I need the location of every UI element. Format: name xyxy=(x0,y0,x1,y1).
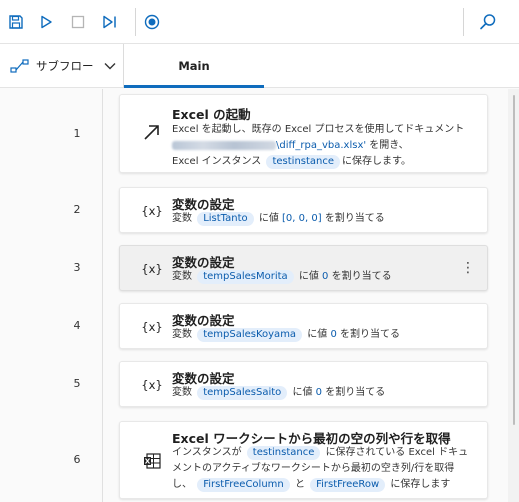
action-description: 変数 tempSalesMorita に値 0 を割り当てる xyxy=(172,270,392,284)
step-button[interactable] xyxy=(96,8,124,36)
gutter-divider xyxy=(102,89,103,502)
arrow-up-right-icon xyxy=(140,121,164,143)
save-button[interactable] xyxy=(2,8,30,36)
record-button[interactable] xyxy=(138,8,166,36)
save-icon xyxy=(9,15,23,29)
variable-icon: {x} xyxy=(141,204,163,218)
action-description: 変数 ListTanto に値 [0, 0, 0] を割り当てる xyxy=(172,212,385,226)
excel-table-icon xyxy=(140,450,164,472)
scrollbar-thumb[interactable] xyxy=(513,95,515,425)
run-button[interactable] xyxy=(32,8,60,36)
action-card-set-variable[interactable]: {x} 変数の設定 変数 tempSalesMorita に値 0 を割り当てる… xyxy=(119,245,488,291)
stop-button[interactable] xyxy=(64,8,92,36)
action-title: Excel の起動 xyxy=(172,107,251,122)
tab-main[interactable]: Main xyxy=(124,44,264,88)
action-card-launch-excel[interactable]: Excel の起動 Excel を起動し、既存の Excel プロセスを使用して… xyxy=(119,94,488,173)
step-icon xyxy=(103,15,116,29)
subflow-label: サブフロー xyxy=(36,59,94,73)
row-number: 3 xyxy=(73,261,81,274)
action-description: インスタンスが testinstance に保存されている Excel ドキュ … xyxy=(172,446,469,492)
row-number: 4 xyxy=(73,319,81,332)
variable-icon: {x} xyxy=(141,262,163,276)
more-options-icon[interactable]: ⋮ xyxy=(461,258,475,278)
variable-chip[interactable]: testinstance xyxy=(266,155,341,169)
redacted-path xyxy=(172,140,276,150)
toolbar-separator xyxy=(135,8,136,36)
stop-icon xyxy=(71,15,85,29)
chevron-down-icon xyxy=(104,63,115,70)
row-number: 2 xyxy=(73,203,81,216)
action-description: 変数 tempSalesSaito に値 0 を割り当てる xyxy=(172,386,386,400)
variable-chip[interactable]: tempSalesKoyama xyxy=(197,328,303,342)
run-icon xyxy=(41,15,52,29)
line-number-gutter xyxy=(0,89,102,502)
active-tab-indicator xyxy=(124,85,264,88)
variable-icon: {x} xyxy=(141,378,163,392)
action-card-set-variable[interactable]: {x} 変数の設定 変数 tempSalesKoyama に値 0 を割り当てる xyxy=(119,303,488,349)
search-icon xyxy=(480,14,496,30)
row-number: 1 xyxy=(73,127,81,140)
toolbar xyxy=(0,0,519,44)
toolbar-separator xyxy=(463,8,464,36)
variable-chip[interactable]: tempSalesSaito xyxy=(197,386,288,400)
variable-icon: {x} xyxy=(141,320,163,334)
search-button[interactable] xyxy=(474,8,502,36)
row-number: 6 xyxy=(73,453,81,466)
action-card-set-variable[interactable]: {x} 変数の設定 変数 tempSalesSaito に値 0 を割り当てる xyxy=(119,361,488,407)
action-description: 変数 tempSalesKoyama に値 0 を割り当てる xyxy=(172,328,400,342)
variable-chip[interactable]: tempSalesMorita xyxy=(197,270,294,284)
subflow-dropdown[interactable]: サブフロー xyxy=(10,44,122,88)
variable-chip[interactable]: FirstFreeRow xyxy=(310,478,386,492)
row-number: 5 xyxy=(73,377,81,390)
tab-bar: サブフロー Main xyxy=(0,44,519,88)
record-icon xyxy=(144,14,160,30)
action-card-get-first-free-column-row[interactable]: Excel ワークシートから最初の空の列や行を取得 インスタンスが testin… xyxy=(119,421,488,499)
action-description: Excel を起動し、既存の Excel プロセスを使用してドキュメント \di… xyxy=(172,124,465,169)
action-card-set-variable[interactable]: {x} 変数の設定 変数 ListTanto に値 [0, 0, 0] を割り当… xyxy=(119,187,488,233)
variable-chip[interactable]: FirstFreeColumn xyxy=(197,478,290,492)
subflow-icon xyxy=(10,59,29,73)
variable-chip[interactable]: testinstance xyxy=(246,446,321,460)
variable-chip[interactable]: ListTanto xyxy=(197,212,254,226)
